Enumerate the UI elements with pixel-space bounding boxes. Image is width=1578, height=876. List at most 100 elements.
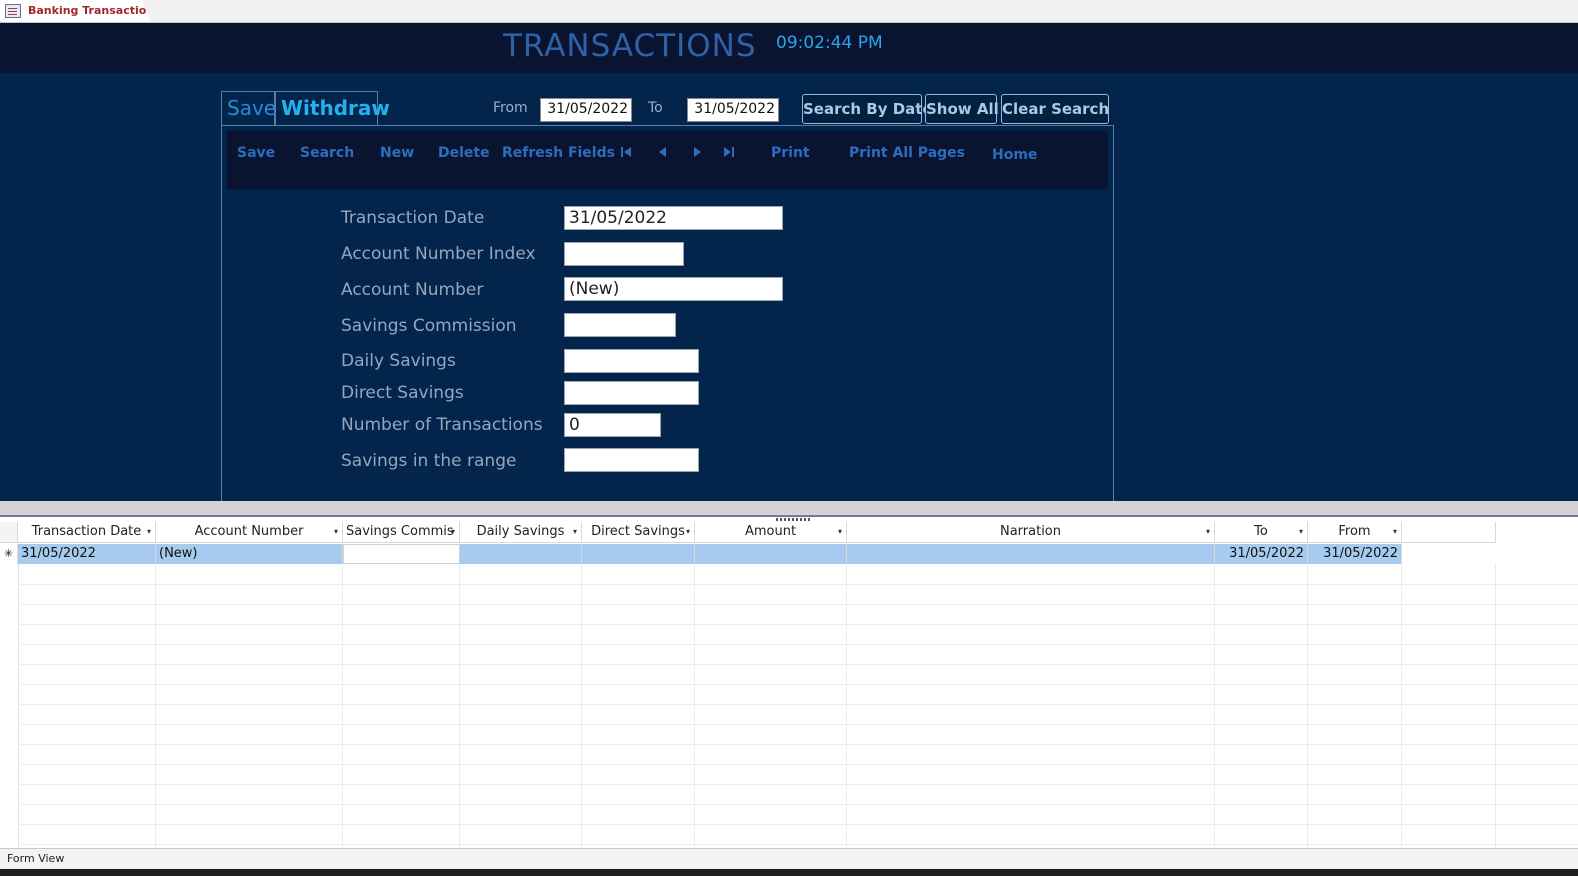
print-all-pages-button[interactable]: Print All Pages [849,145,965,161]
savings-commission-label: Savings Commission [341,316,517,336]
column-header-from[interactable]: From ▾ [1308,522,1402,543]
savings-in-range-field[interactable] [564,448,699,472]
grid-line [18,584,1578,585]
grid-line [18,664,1578,665]
clear-search-button[interactable]: Clear Search [1001,94,1109,124]
form-header: TRANSACTIONS 09:02:44 PM [0,23,1578,73]
table-cell-amount[interactable] [695,544,847,564]
form-body: Save Withdraw From 31/05/2022 To 31/05/2… [0,73,1578,501]
from-date-label: From [493,100,528,116]
grid-line [18,604,1578,605]
tab-withdraw[interactable]: Withdraw [275,91,390,125]
status-text: Form View [7,852,65,865]
splitter-grip-icon[interactable] [776,518,812,521]
form-icon [5,4,21,18]
new-record-marker-icon[interactable]: ✳ [0,544,18,564]
dropdown-arrow-icon[interactable]: ▾ [573,522,577,542]
column-header-narration[interactable]: Narration ▾ [847,522,1215,543]
transaction-date-field[interactable]: 31/05/2022 [564,206,783,230]
grid-line [18,724,1578,725]
status-bar: Form View [0,848,1578,870]
grid-line [18,764,1578,765]
savings-commission-field[interactable] [564,313,676,337]
grid-line [18,644,1578,645]
daily-savings-label: Daily Savings [341,351,456,371]
home-button[interactable]: Home [992,147,1037,163]
dropdown-arrow-icon[interactable]: ▾ [838,522,842,542]
clock-display: 09:02:44 PM [776,33,883,53]
document-tab-label: Banking Transactions [28,4,161,17]
datasheet: Transaction Date ▾ Account Number ▾ Saving… [0,522,1578,848]
grid-line [18,744,1578,745]
to-date-label: To [648,100,663,116]
search-by-date-button[interactable]: Search By Date [802,94,933,124]
grid-line [581,564,582,848]
document-tab-strip: Banking Transactions [0,0,1578,23]
column-header-add-field[interactable] [1402,522,1496,543]
dropdown-arrow-icon[interactable]: ▾ [1299,522,1303,542]
table-cell-account-number[interactable]: (New) [156,544,343,564]
number-of-transactions-label: Number of Transactions [341,415,543,435]
record-toolbar: Save Search New Delete Refresh Fields Pr… [227,131,1108,189]
dropdown-arrow-icon[interactable]: ▾ [334,522,338,542]
account-number-index-field[interactable] [564,242,684,266]
column-header-direct-savings[interactable]: Direct Savings ▾ [582,522,695,543]
table-cell-to[interactable]: 31/05/2022 [1215,544,1308,564]
direct-savings-label: Direct Savings [341,383,464,403]
new-record-button[interactable]: New [380,145,414,161]
table-cell-narration[interactable] [847,544,1215,564]
save-button[interactable]: Save [237,145,275,161]
column-header-amount[interactable]: Amount ▾ [695,522,847,543]
delete-button[interactable]: Delete [438,145,490,161]
grid-line [694,564,695,848]
dropdown-arrow-icon[interactable]: ▾ [451,522,455,542]
column-header-savings-commission[interactable]: Savings Commis ▾ [343,522,460,543]
dropdown-arrow-icon[interactable]: ▾ [1206,522,1210,542]
document-tab-banking-transactions[interactable]: Banking Transactions [0,0,150,22]
sort-filter-icon[interactable]: ▾ [147,522,151,542]
column-header-daily-savings[interactable]: Daily Savings ▾ [460,522,582,543]
dropdown-arrow-icon[interactable]: ▾ [686,522,690,542]
column-header-transaction-date[interactable]: Transaction Date ▾ [18,522,156,543]
grid-line [1495,564,1496,848]
direct-savings-field[interactable] [564,381,699,405]
column-header-account-number[interactable]: Account Number ▾ [156,522,343,543]
print-button[interactable]: Print [771,145,810,161]
refresh-fields-button[interactable]: Refresh Fields [502,145,615,161]
first-record-icon[interactable] [618,144,634,160]
grid-line [18,804,1578,805]
grid-line [18,684,1578,685]
grid-line [18,704,1578,705]
table-cell-transaction-date[interactable]: 31/05/2022 [18,544,156,564]
next-record-icon[interactable] [689,144,705,160]
number-of-transactions-field[interactable]: 0 [564,413,661,437]
dropdown-arrow-icon[interactable]: ▾ [1393,522,1397,542]
split-form-splitter[interactable] [0,501,1578,517]
show-all-button[interactable]: Show All [925,94,999,124]
account-number-label: Account Number [341,280,484,300]
to-date-input[interactable]: 31/05/2022 [687,98,779,122]
grid-line [1214,564,1215,848]
table-cell-from[interactable]: 31/05/2022 [1308,544,1402,564]
grid-line [18,784,1578,785]
column-header-to[interactable]: To ▾ [1215,522,1308,543]
last-record-icon[interactable] [721,144,737,160]
taskbar-edge [0,869,1578,876]
grid-line [1307,564,1308,848]
savings-in-range-label: Savings in the range [341,451,517,471]
table-cell-savings-commission[interactable] [343,544,460,564]
record-selector-column[interactable] [0,522,19,848]
table-cell-daily-savings[interactable] [460,544,582,564]
from-date-input[interactable]: 31/05/2022 [540,98,632,122]
grid-line [155,564,156,848]
search-button[interactable]: Search [300,145,354,161]
grid-line [342,564,343,848]
daily-savings-field[interactable] [564,349,699,373]
tab-save[interactable]: Save [221,91,276,125]
select-all-corner[interactable] [0,522,18,543]
account-number-field[interactable]: (New) [564,277,783,301]
grid-line [846,564,847,848]
grid-line [18,844,1578,845]
previous-record-icon[interactable] [655,144,671,160]
table-cell-direct-savings[interactable] [582,544,695,564]
